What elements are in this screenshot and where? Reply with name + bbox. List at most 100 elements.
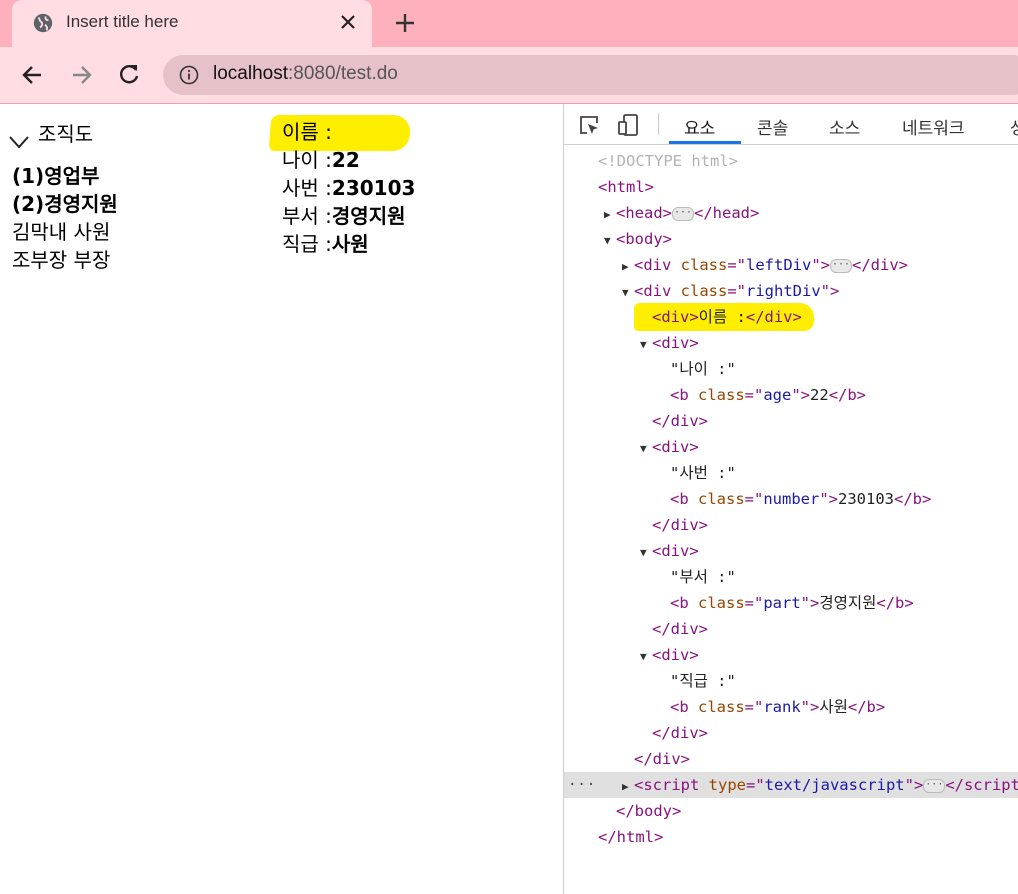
- dom-node-line[interactable]: "사번 :": [564, 460, 1018, 486]
- dom-node-line[interactable]: ··· ▶ <script type="text/javascript"> ··· </…: [564, 772, 1018, 798]
- dom-node-line[interactable]: ▼ <body>: [564, 226, 1018, 252]
- org-chart-title[interactable]: 조직도: [38, 118, 93, 147]
- dom-node-line[interactable]: ▶ <div class="leftDiv"> ··· </div>: [564, 252, 1018, 278]
- info-field: 나이 :22: [282, 144, 360, 173]
- field-value: 사원: [331, 232, 369, 256]
- new-tab-plus-icon[interactable]: [391, 9, 419, 37]
- info-field: 부서 :경영지원: [282, 200, 406, 229]
- dom-node-line[interactable]: <!DOCTYPE html>: [564, 148, 1018, 174]
- org-tree-item[interactable]: (1)영업부: [12, 160, 99, 189]
- dom-node-code: <head> ··· </head>: [616, 204, 760, 222]
- dom-node-code: <div class="leftDiv"> ··· </div>: [634, 256, 909, 274]
- device-toolbar-icon[interactable]: [616, 113, 640, 137]
- dom-node-line[interactable]: "부서 :": [564, 564, 1018, 590]
- active-tab-indicator: [669, 141, 741, 144]
- dom-node-line[interactable]: <b class="rank">사원</b>: [564, 694, 1018, 720]
- dom-node-code: "나이 :": [670, 360, 736, 378]
- dom-node-line[interactable]: </div>: [564, 408, 1018, 434]
- dom-node-line[interactable]: ▼ <div>: [564, 434, 1018, 460]
- dom-node-code: <b class="rank">사원</b>: [670, 698, 886, 716]
- dom-node-line[interactable]: <html>: [564, 174, 1018, 200]
- field-value: 경영지원: [331, 204, 406, 228]
- dom-node-line[interactable]: </div>: [564, 616, 1018, 642]
- collapse-triangle-icon[interactable]: ▼: [640, 332, 652, 356]
- devtools-tab-bar: 요소 콘솔 소스 네트워크 성: [564, 104, 1018, 145]
- dom-node-code: <b class="number">230103</b>: [670, 490, 932, 508]
- more-options-icon[interactable]: ···: [568, 772, 596, 798]
- collapse-triangle-icon[interactable]: ▼: [604, 228, 616, 252]
- org-tree-item[interactable]: 조부장 부장: [12, 244, 110, 273]
- tab-title: Insert title here: [66, 12, 179, 31]
- dom-node-code: <div class="rightDiv">: [634, 282, 840, 300]
- dom-node-line[interactable]: ▼ <div class="rightDiv">: [564, 278, 1018, 304]
- dom-node-code: </html>: [598, 828, 664, 846]
- collapse-triangle-icon[interactable]: ▼: [640, 540, 652, 564]
- close-icon[interactable]: [336, 10, 360, 34]
- dom-node-code: <div>: [652, 646, 699, 664]
- org-tree-item[interactable]: (2)경영지원: [12, 188, 118, 217]
- url-path: :8080/test.do: [288, 63, 398, 84]
- dom-node-code: </div>: [652, 412, 708, 430]
- dom-node-code: <!DOCTYPE html>: [598, 152, 738, 170]
- dom-node-line[interactable]: "직급 :": [564, 668, 1018, 694]
- dom-node-line[interactable]: ▼ <div>: [564, 330, 1018, 356]
- url-host: localhost: [213, 63, 288, 84]
- dom-node-code: <div>: [652, 542, 699, 560]
- dom-node-line[interactable]: <b class="part">경영지원</b>: [564, 590, 1018, 616]
- address-bar[interactable]: localhost:8080/test.do: [163, 55, 1018, 95]
- dom-node-code: <b class="age">22</b>: [670, 386, 867, 404]
- org-tree-item[interactable]: 김막내 사원: [12, 216, 110, 245]
- info-field: 이름 :: [282, 116, 332, 145]
- tab-sources[interactable]: 소스: [829, 114, 860, 139]
- dom-node-line[interactable]: <b class="number">230103</b>: [564, 486, 1018, 512]
- dom-node-line[interactable]: </body>: [564, 798, 1018, 824]
- dom-node-line[interactable]: "나이 :": [564, 356, 1018, 382]
- expand-triangle-icon[interactable]: ▶: [604, 202, 616, 226]
- dom-node-line[interactable]: </div>: [564, 720, 1018, 746]
- forward-arrow-icon[interactable]: [67, 61, 95, 89]
- field-label: 나이 :: [282, 148, 332, 172]
- info-icon[interactable]: [179, 65, 199, 85]
- tab-network[interactable]: 네트워크: [902, 114, 965, 139]
- browser-toolbar: localhost:8080/test.do: [0, 47, 1018, 104]
- browser-tab[interactable]: Insert title here: [12, 0, 372, 47]
- page-content: 조직도 (1)영업부 (2)경영지원 김막내 사원 조부장 부장 이름 : 나이 :22…: [0, 104, 563, 894]
- dom-node-line[interactable]: ▼ <div>: [564, 642, 1018, 668]
- dom-node-line[interactable]: <b class="age">22</b>: [564, 382, 1018, 408]
- field-value: 230103: [331, 176, 416, 200]
- back-arrow-icon[interactable]: [19, 61, 47, 89]
- dom-node-code: <html>: [598, 178, 654, 196]
- dom-node-code: <div>이름 :</div>: [652, 308, 802, 326]
- dom-node-code: "직급 :": [670, 672, 736, 690]
- tab-elements[interactable]: 요소: [684, 114, 715, 139]
- dom-node-code: </div>: [652, 724, 708, 742]
- reload-icon[interactable]: [115, 61, 143, 89]
- dom-node-code: </div>: [652, 516, 708, 534]
- collapse-triangle-icon[interactable]: ▼: [622, 280, 634, 304]
- field-label: 직급 :: [282, 232, 332, 256]
- dom-node-code: <b class="part">경영지원</b>: [670, 594, 914, 612]
- dom-node-code: </div>: [652, 620, 708, 638]
- dom-node-line[interactable]: ▶ <head> ··· </head>: [564, 200, 1018, 226]
- chevron-down-icon[interactable]: [8, 134, 30, 150]
- collapse-triangle-icon[interactable]: ▼: [640, 436, 652, 460]
- dom-node-code: "사번 :": [670, 464, 736, 482]
- dom-node-code: </body>: [616, 802, 682, 820]
- dom-node-line[interactable]: <div>이름 :</div>: [564, 304, 1018, 330]
- field-label: 부서 :: [282, 204, 332, 228]
- dom-node-line[interactable]: ▼ <div>: [564, 538, 1018, 564]
- dom-node-line[interactable]: </html>: [564, 824, 1018, 850]
- dom-node-line[interactable]: </div>: [564, 746, 1018, 772]
- tab-console[interactable]: 콘솔: [757, 114, 788, 139]
- toolbar-divider: [658, 113, 659, 135]
- dom-node-line[interactable]: </div>: [564, 512, 1018, 538]
- expand-triangle-icon[interactable]: ▶: [622, 774, 634, 798]
- dom-node-code: <div>: [652, 438, 699, 456]
- dom-node-code: <script type="text/javascript"> ··· </scri…: [634, 776, 1018, 794]
- dom-node-code: </div>: [634, 750, 690, 768]
- tab-performance[interactable]: 성: [1010, 114, 1018, 139]
- dom-node-code: <div>: [652, 334, 699, 352]
- expand-triangle-icon[interactable]: ▶: [622, 254, 634, 278]
- collapse-triangle-icon[interactable]: ▼: [640, 644, 652, 668]
- inspect-element-icon[interactable]: [578, 114, 600, 136]
